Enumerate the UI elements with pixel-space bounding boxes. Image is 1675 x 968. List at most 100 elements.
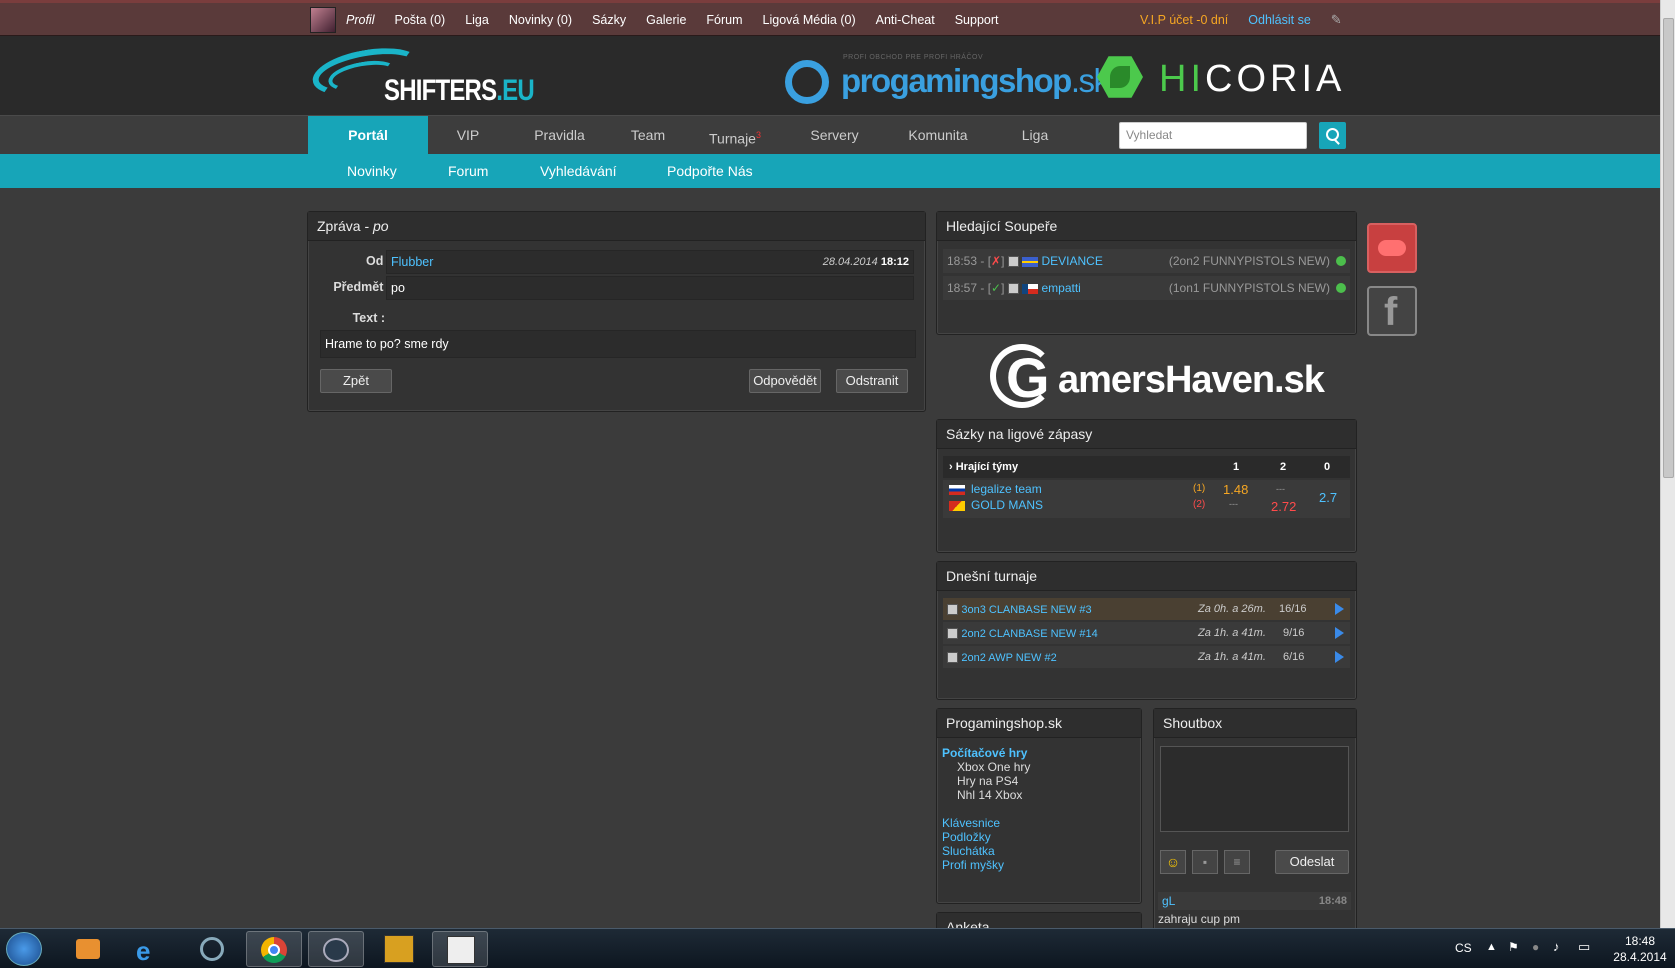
list-item[interactable]: 3on3 CLANBASE NEW #3 Za 0h. a 26m. 16/16: [943, 598, 1350, 620]
progamingshop-name-main: progamingshop: [841, 62, 1072, 99]
facebook-icon[interactable]: f: [1367, 286, 1417, 336]
reply-button[interactable]: Odpovědět: [749, 369, 821, 393]
nav-turnaje[interactable]: Turnaje3: [700, 116, 770, 155]
top-link-anticheat[interactable]: Anti-Cheat: [876, 13, 935, 27]
top-link-media[interactable]: Ligová Média (0): [763, 13, 856, 27]
vip-status[interactable]: V.I.P účet -0 dní: [1140, 13, 1228, 27]
shoutbox-input[interactable]: [1160, 746, 1349, 832]
message-title: Zpráva - po: [308, 212, 925, 241]
logout-link[interactable]: Odhlásit se: [1248, 13, 1311, 27]
language-indicator[interactable]: CS: [1455, 941, 1472, 955]
top-link-liga[interactable]: Liga: [465, 13, 489, 27]
volume-icon[interactable]: ♪: [1553, 939, 1560, 954]
tour-name-2[interactable]: 2on2 CLANBASE NEW #14: [961, 628, 1097, 640]
nav-turnaje-label: Turnaje: [709, 130, 756, 147]
shop-link-4[interactable]: Profi myšky: [942, 858, 1030, 872]
game-icon: [947, 604, 958, 616]
list-item[interactable]: 18:53 - [✗] DEVIANCE (2on2 FUNNYPISTOLS …: [943, 249, 1350, 273]
subnav-vyhledavani[interactable]: Vyhledávání: [540, 154, 617, 188]
shop-link-3[interactable]: Sluchátka: [942, 844, 1030, 858]
top-link-novinky[interactable]: Novinky (0): [509, 13, 572, 27]
subnav-novinky[interactable]: Novinky: [347, 154, 397, 188]
ie-icon[interactable]: e: [122, 931, 178, 967]
top-link-posta[interactable]: Pošta (0): [394, 13, 445, 27]
bet-team-2[interactable]: GOLD MANS: [971, 498, 1043, 512]
play-icon[interactable]: [1335, 603, 1344, 615]
search-input[interactable]: Vyhledat: [1119, 122, 1307, 149]
shout-time: 18:48: [1318, 895, 1347, 907]
table-row[interactable]: legalize team (1) GOLD MANS (2) 1.48 ---…: [943, 480, 1350, 518]
flag-tray-icon[interactable]: ⚑: [1508, 940, 1519, 954]
list-item[interactable]: 18:57 - [✓] empatti (1on1 FUNNYPISTOLS N…: [943, 276, 1350, 300]
tour-name-1[interactable]: 3on3 CLANBASE NEW #3: [961, 604, 1091, 616]
bet-team-2-n: (2): [1193, 499, 1206, 510]
subnav-podporte[interactable]: Podpořte Nás: [667, 154, 753, 188]
from-user-link[interactable]: Flubber: [391, 255, 433, 269]
gamepad-icon[interactable]: [1367, 223, 1417, 273]
top-link-galerie[interactable]: Galerie: [646, 13, 686, 27]
nav-team[interactable]: Team: [618, 116, 678, 155]
shop-link-1[interactable]: Klávesnice: [942, 816, 1030, 830]
list-item[interactable]: 2on2 CLANBASE NEW #14 Za 1h. a 41m. 9/16: [943, 622, 1350, 644]
nav-pravidla[interactable]: Pravidla: [522, 116, 597, 155]
bet-odd-2[interactable]: 2.72: [1271, 499, 1296, 514]
top-link-sazky[interactable]: Sázky: [592, 13, 626, 27]
list-item[interactable]: 2on2 AWP NEW #2 Za 1h. a 41m. 6/16: [943, 646, 1350, 668]
gamershaven-banner[interactable]: G amersHaven.sk: [990, 342, 1325, 417]
subnav-forum[interactable]: Forum: [448, 154, 488, 188]
tour-name-3[interactable]: 2on2 AWP NEW #2: [961, 652, 1056, 664]
chrome-icon[interactable]: [246, 931, 302, 967]
play-icon[interactable]: [1335, 651, 1344, 663]
shop-sub-2[interactable]: Hry na PS4: [942, 774, 1030, 788]
bet-team-1[interactable]: legalize team: [971, 482, 1042, 496]
taskbar: e CS ▲ ⚑ ● ♪ ▭ 18:48 28.4.2014: [0, 928, 1675, 968]
shout-user[interactable]: gL: [1162, 894, 1175, 908]
bet-odd-1[interactable]: 1.48: [1223, 482, 1248, 497]
nav-portal[interactable]: Portál: [308, 116, 428, 155]
media-player-icon[interactable]: [60, 931, 116, 967]
counter-strike-icon[interactable]: [432, 931, 488, 967]
bets-header: › Hrající týmy 1 2 0: [943, 456, 1350, 478]
start-icon[interactable]: [6, 932, 42, 966]
delete-button[interactable]: Odstranit: [836, 369, 908, 393]
bet-odd-0[interactable]: 2.7: [1319, 490, 1337, 505]
list-icon[interactable]: ≡: [1224, 850, 1250, 874]
hicoria-name-a: HI: [1159, 58, 1205, 100]
from-field: Flubber 28.04.2014 18:12: [386, 250, 914, 274]
image-icon[interactable]: ▪: [1192, 850, 1218, 874]
send-button[interactable]: Odeslat: [1275, 850, 1349, 874]
play-icon[interactable]: [1335, 627, 1344, 639]
shop-link-2[interactable]: Podložky: [942, 830, 1030, 844]
site-logo[interactable]: SHIFTERS.EU: [309, 40, 535, 108]
csgo-icon[interactable]: [370, 931, 426, 967]
avatar[interactable]: [310, 6, 336, 33]
app-icon[interactable]: [184, 931, 240, 967]
smiley-icon[interactable]: ☺: [1160, 850, 1186, 874]
progamingshop-banner[interactable]: PROFI OBCHOD PRE PROFI HRÁČOV progamings…: [785, 48, 1110, 104]
tray-arrow-icon[interactable]: ▲: [1486, 941, 1497, 953]
page-scrollbar[interactable]: [1660, 0, 1675, 928]
shop-sub-3[interactable]: Nhl 14 Xbox: [942, 788, 1030, 802]
nav-vip[interactable]: VIP: [438, 116, 498, 155]
top-link-profil[interactable]: Profil: [346, 13, 374, 27]
top-link-forum[interactable]: Fórum: [706, 13, 742, 27]
nav-komunita[interactable]: Komunita: [898, 116, 978, 155]
bet-odd-2a: ---: [1276, 484, 1285, 494]
back-button[interactable]: Zpět: [320, 369, 392, 393]
shop-sub-1[interactable]: Xbox One hry: [942, 760, 1030, 774]
clock[interactable]: 18:48 28.4.2014: [1610, 933, 1670, 965]
search-icon[interactable]: [1319, 122, 1346, 149]
opp-team-2[interactable]: empatti: [1041, 281, 1080, 295]
nav-servery[interactable]: Servery: [797, 116, 872, 155]
hicoria-banner[interactable]: HICORIA: [1097, 54, 1347, 102]
opp-team-1[interactable]: DEVIANCE: [1041, 254, 1102, 268]
shop-category[interactable]: Počítačové hry: [942, 746, 1030, 760]
steam-icon[interactable]: [308, 931, 364, 967]
notification-icon[interactable]: ●: [1532, 940, 1539, 954]
scrollbar-thumb[interactable]: [1663, 18, 1674, 478]
top-link-support[interactable]: Support: [955, 13, 999, 27]
nav-liga[interactable]: Liga: [1005, 116, 1065, 155]
network-icon[interactable]: ▭: [1578, 939, 1590, 955]
tour-when-2: Za 1h. a 41m.: [1198, 627, 1266, 639]
pin-icon[interactable]: ✎: [1331, 12, 1342, 28]
